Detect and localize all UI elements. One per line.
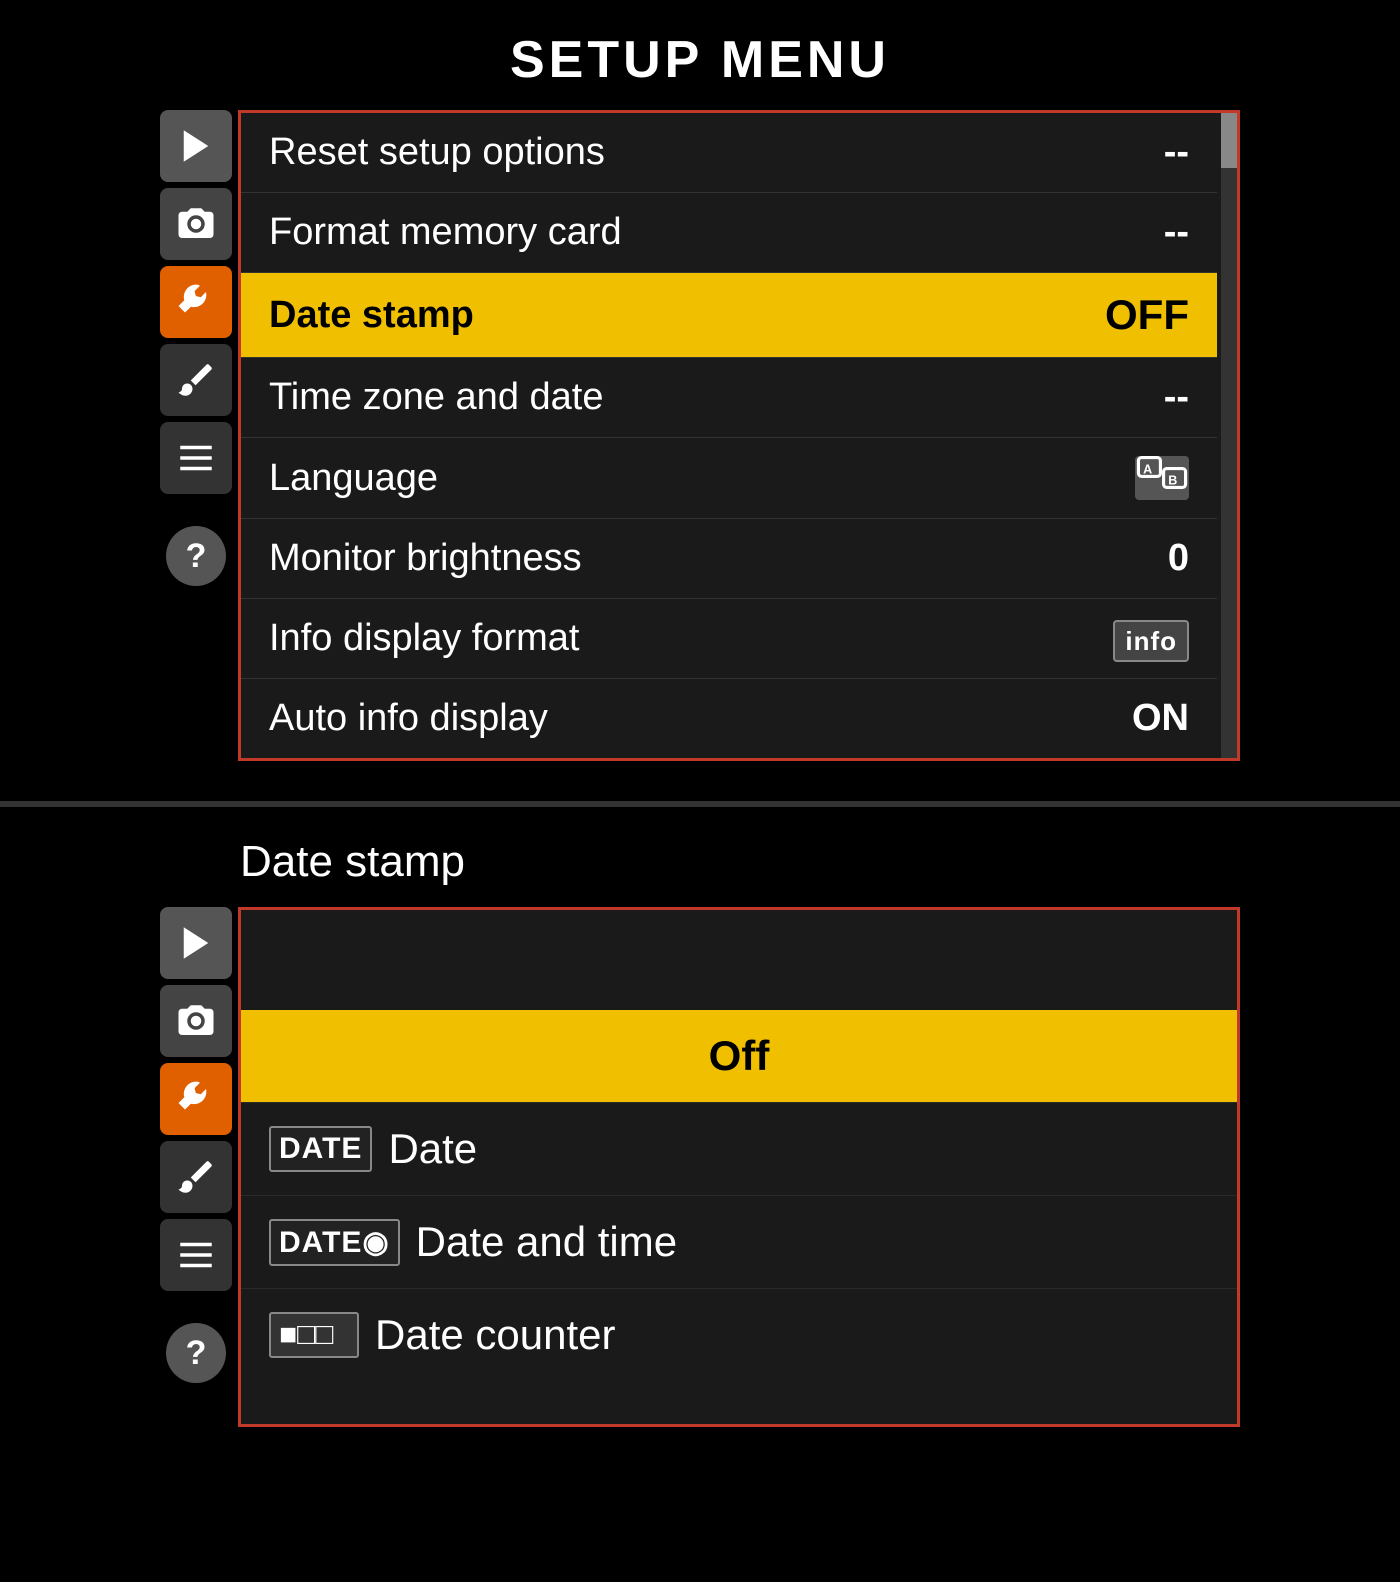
menu-item-info-display[interactable]: Info display format info [241,599,1217,679]
top-menu-list-wrapper: Reset setup options -- Format memory car… [238,110,1240,761]
bottom-sidebar-wrench-icon[interactable] [160,1063,232,1135]
menu-item-format-value: -- [1164,211,1189,254]
menu-item-datestamp[interactable]: Date stamp OFF [241,273,1217,358]
submenu-item-datetime-label: Date and time [416,1218,677,1266]
submenu-item-datetime[interactable]: DATE◉ Date and time [241,1196,1237,1289]
sidebar-play-icon[interactable] [160,110,232,182]
submenu-list: Off DATE Date DATE◉ Date and time ■□□ Da… [241,1010,1237,1381]
submenu-item-counter-label: Date counter [375,1311,615,1359]
menu-item-format-label: Format memory card [269,211,622,254]
menu-item-timezone-label: Time zone and date [269,376,603,419]
scrollbar[interactable] [1221,113,1237,758]
bottom-sidebar-camera-icon[interactable] [160,985,232,1057]
menu-item-datestamp-label: Date stamp [269,294,474,337]
submenu-item-off-label: Off [269,1032,1209,1080]
menu-item-datestamp-value: OFF [1105,291,1189,339]
submenu-item-off[interactable]: Off [241,1010,1237,1103]
menu-item-auto-info-label: Auto info display [269,697,548,740]
datetime-badge: DATE◉ [269,1219,400,1266]
submenu-title: Date stamp [240,837,1240,887]
language-icon: A B [1135,456,1189,500]
svg-text:A: A [1143,462,1152,476]
submenu-item-date-label: Date [388,1125,477,1173]
counter-badge: ■□□ [269,1312,359,1358]
bottom-panel: Date stamp ? [0,807,1400,1477]
top-panel: SETUP MENU ? [0,0,1400,807]
sidebar-brush-icon[interactable] [160,344,232,416]
bottom-sidebar: ? [160,907,232,1427]
sidebar-camera-icon[interactable] [160,188,232,260]
top-help-button[interactable]: ? [166,526,226,586]
menu-item-reset-value: -- [1164,131,1189,174]
top-sidebar: ? [160,110,232,761]
menu-item-language[interactable]: Language A B [241,438,1217,519]
submenu-empty-space [241,910,1237,1010]
menu-item-brightness-label: Monitor brightness [269,537,582,580]
page-title: SETUP MENU [160,30,1240,90]
svg-text:B: B [1168,473,1177,487]
submenu-item-date[interactable]: DATE Date [241,1103,1237,1196]
menu-item-auto-info[interactable]: Auto info display ON [241,679,1217,758]
top-menu-container: ? Reset setup options -- Format memory c… [160,110,1240,761]
scrollbar-thumb [1221,113,1237,168]
menu-item-format[interactable]: Format memory card -- [241,193,1217,273]
bottom-help-button[interactable]: ? [166,1323,226,1383]
bottom-sidebar-list-icon[interactable] [160,1219,232,1291]
bottom-sidebar-brush-icon[interactable] [160,1141,232,1213]
menu-item-reset-label: Reset setup options [269,131,605,174]
submenu-item-counter[interactable]: ■□□ Date counter [241,1289,1237,1381]
menu-item-brightness[interactable]: Monitor brightness 0 [241,519,1217,599]
menu-item-info-display-value: info [1113,617,1189,660]
menu-item-auto-info-value: ON [1132,697,1189,740]
sidebar-list-icon[interactable] [160,422,232,494]
menu-item-reset[interactable]: Reset setup options -- [241,113,1217,193]
top-menu-list: Reset setup options -- Format memory car… [241,113,1237,758]
menu-item-brightness-value: 0 [1168,537,1189,580]
menu-item-timezone[interactable]: Time zone and date -- [241,358,1217,438]
info-badge: info [1113,620,1189,662]
submenu-list-wrapper: Off DATE Date DATE◉ Date and time ■□□ Da… [238,907,1240,1427]
bottom-sidebar-play-icon[interactable] [160,907,232,979]
bottom-menu-container: ? Off DATE Date DATE◉ Date and [160,907,1240,1427]
sidebar-wrench-icon[interactable] [160,266,232,338]
menu-item-language-icon: A B [1135,456,1189,500]
menu-item-language-label: Language [269,457,438,500]
menu-item-timezone-value: -- [1164,376,1189,419]
menu-item-info-display-label: Info display format [269,617,579,660]
date-badge: DATE [269,1126,372,1172]
